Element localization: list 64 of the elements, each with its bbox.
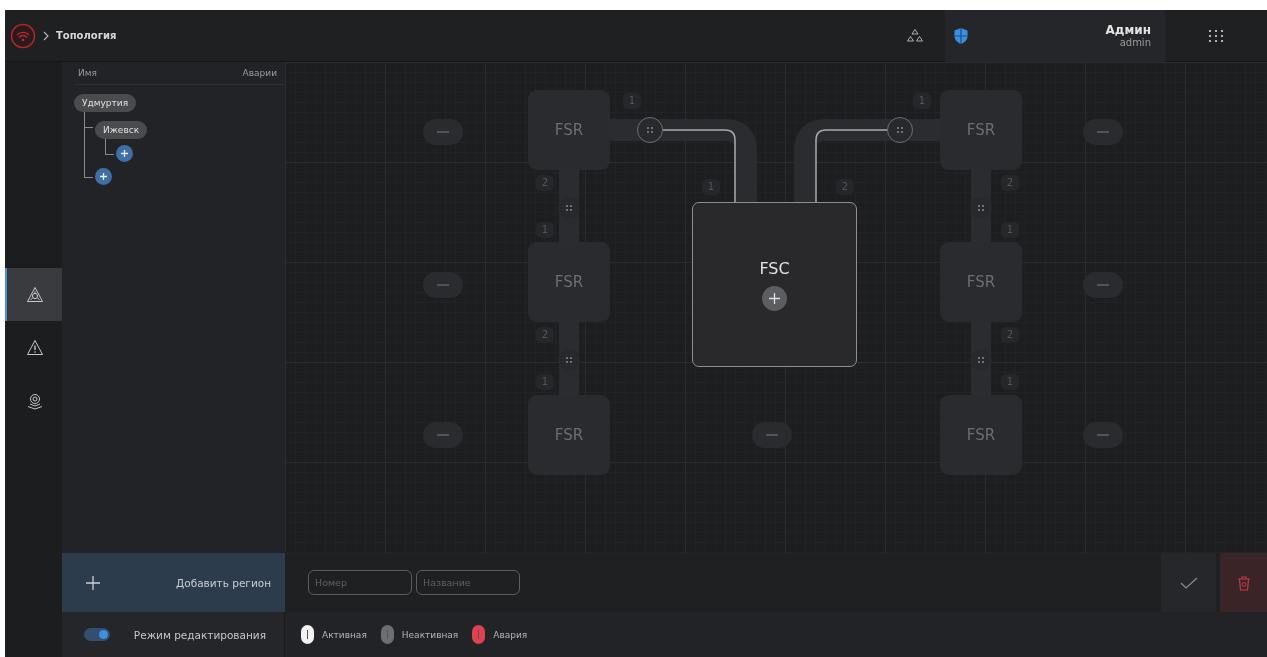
dots-icon — [565, 356, 573, 364]
legend-label: Авария — [493, 629, 528, 640]
add-button[interactable] — [762, 285, 787, 311]
remove-button[interactable] — [752, 422, 792, 448]
remove-button[interactable] — [1083, 119, 1123, 145]
plus-icon — [98, 171, 109, 182]
dots-icon — [565, 204, 573, 212]
tree-line — [105, 139, 114, 155]
device-node[interactable]: FSR — [940, 395, 1022, 475]
input-field[interactable]: Номер — [308, 570, 412, 595]
add-node-button[interactable] — [95, 168, 112, 185]
legend-label: Активная — [322, 629, 367, 640]
remove-button[interactable] — [423, 422, 463, 448]
device-node[interactable]: FSR — [528, 90, 610, 170]
user-name: Админ — [1105, 23, 1151, 37]
dots-icon — [977, 204, 985, 212]
rail-tab[interactable] — [5, 268, 62, 321]
tree-item[interactable]: Ижевск — [95, 121, 148, 139]
input-field[interactable]: Название — [416, 570, 520, 595]
plus-icon — [119, 148, 130, 159]
add-node-button[interactable] — [116, 145, 133, 162]
user-login: admin — [1119, 37, 1151, 48]
toggle-label: Режим редактирования — [133, 628, 266, 641]
remove-button[interactable] — [1083, 272, 1123, 298]
location-icon — [25, 391, 44, 410]
minus-icon — [1097, 284, 1109, 286]
device-node[interactable]: FSR — [940, 242, 1022, 322]
add-region-button[interactable]: Добавить регион — [62, 553, 285, 612]
warning-icon — [25, 338, 44, 357]
minus-icon — [437, 131, 449, 133]
remove-button[interactable] — [1083, 422, 1123, 448]
drag-handle[interactable] — [887, 117, 913, 143]
minus-icon — [437, 284, 449, 286]
device-node[interactable]: FSR — [528, 242, 610, 322]
remove-button[interactable] — [423, 119, 463, 145]
column-header: Аварии — [242, 68, 277, 78]
logo-icon[interactable] — [10, 22, 36, 49]
minus-icon — [766, 434, 778, 436]
legend-label: Неактивная — [401, 629, 459, 640]
plus-icon — [767, 290, 782, 306]
shield-icon[interactable] — [953, 26, 969, 45]
tree-item[interactable]: Удмуртия — [74, 94, 137, 112]
device-node[interactable]: FSR — [940, 90, 1022, 170]
remove-button[interactable] — [423, 272, 463, 298]
check-icon — [1179, 576, 1198, 589]
controller-node[interactable]: FSC — [692, 202, 857, 367]
toggle-switch[interactable] — [84, 628, 110, 641]
drag-handle[interactable] — [637, 117, 663, 143]
dots-icon — [977, 356, 985, 364]
dots-icon — [896, 126, 904, 134]
trash-icon — [1236, 574, 1251, 591]
minus-icon — [1097, 131, 1109, 133]
dots-icon — [646, 126, 654, 134]
menu-icon[interactable] — [1208, 28, 1224, 43]
node-label: FSC — [759, 258, 790, 278]
minus-icon — [437, 434, 449, 436]
plus-icon — [84, 573, 102, 592]
chevron-icon — [42, 30, 50, 41]
triangles-icon[interactable] — [906, 27, 924, 44]
column-header: Имя — [78, 68, 97, 78]
minus-icon — [1097, 434, 1109, 436]
network-icon — [25, 285, 44, 304]
device-node[interactable]: FSR — [528, 395, 610, 475]
breadcrumb: Топология — [56, 30, 117, 41]
